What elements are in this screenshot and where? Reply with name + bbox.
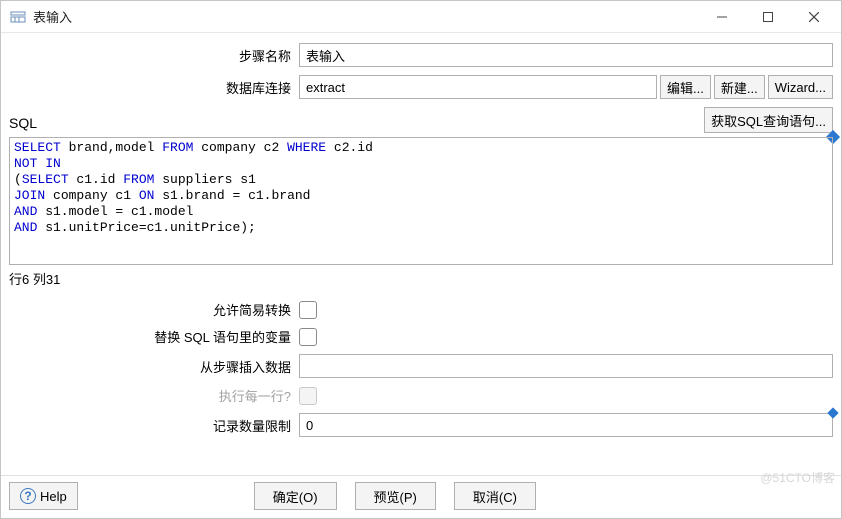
exec-each-row-label: 执行每一行? xyxy=(9,386,299,405)
row-step-name: 步骤名称 xyxy=(9,43,833,67)
sql-editor-wrap: SELECT brand,model FROM company c2 WHERE… xyxy=(9,137,833,265)
exec-each-row-checkbox xyxy=(299,387,317,405)
row-exec-each-row: 执行每一行? xyxy=(9,386,833,405)
help-icon: ? xyxy=(20,488,36,504)
get-sql-button[interactable]: 获取SQL查询语句... xyxy=(704,107,833,133)
sql-editor[interactable]: SELECT brand,model FROM company c2 WHERE… xyxy=(9,137,833,265)
row-replace-vars: 替换 SQL 语句里的变量 xyxy=(9,327,833,346)
row-record-limit: 记录数量限制 xyxy=(9,413,833,437)
content-area: 步骤名称 数据库连接 编辑... 新建... Wizard... SQL 获取S… xyxy=(1,33,841,475)
watermark: @51CTO博客 xyxy=(760,469,835,486)
bottom-bar: ? Help 确定(O) 预览(P) 取消(C) xyxy=(1,475,841,518)
dialog-window: 表输入 步骤名称 数据库连接 编辑... 新建... Wizard... SQ xyxy=(0,0,842,519)
db-connection-input[interactable] xyxy=(299,75,657,99)
cursor-status: 行6 列31 xyxy=(9,269,833,288)
cancel-button[interactable]: 取消(C) xyxy=(454,482,536,510)
row-insert-from-step: 从步骤插入数据 xyxy=(9,354,833,378)
row-db-connection: 数据库连接 编辑... 新建... Wizard... xyxy=(9,75,833,99)
step-name-label: 步骤名称 xyxy=(9,46,299,65)
insert-from-step-input[interactable] xyxy=(299,354,833,378)
sql-header: SQL 获取SQL查询语句... xyxy=(9,107,833,133)
minimize-button[interactable] xyxy=(699,2,745,32)
row-lazy-conversion: 允许简易转换 xyxy=(9,300,833,319)
db-connection-label: 数据库连接 xyxy=(9,78,299,97)
maximize-button[interactable] xyxy=(745,2,791,32)
help-label: Help xyxy=(40,489,67,504)
replace-vars-checkbox[interactable] xyxy=(299,328,317,346)
close-button[interactable] xyxy=(791,2,837,32)
sql-label: SQL xyxy=(9,115,37,133)
record-limit-input[interactable] xyxy=(299,413,833,437)
ok-button[interactable]: 确定(O) xyxy=(254,482,337,510)
edit-connection-button[interactable]: 编辑... xyxy=(660,75,711,99)
insert-from-step-label: 从步骤插入数据 xyxy=(9,357,299,376)
lazy-conversion-label: 允许简易转换 xyxy=(9,300,299,319)
replace-vars-label: 替换 SQL 语句里的变量 xyxy=(9,327,299,346)
new-connection-button[interactable]: 新建... xyxy=(714,75,765,99)
preview-button[interactable]: 预览(P) xyxy=(355,482,436,510)
app-icon xyxy=(9,8,27,26)
titlebar: 表输入 xyxy=(1,1,841,33)
record-limit-label: 记录数量限制 xyxy=(9,416,299,435)
step-name-input[interactable] xyxy=(299,43,833,67)
window-title: 表输入 xyxy=(33,7,72,26)
lazy-conversion-checkbox[interactable] xyxy=(299,301,317,319)
help-button[interactable]: ? Help xyxy=(9,482,78,510)
wizard-connection-button[interactable]: Wizard... xyxy=(768,75,833,99)
